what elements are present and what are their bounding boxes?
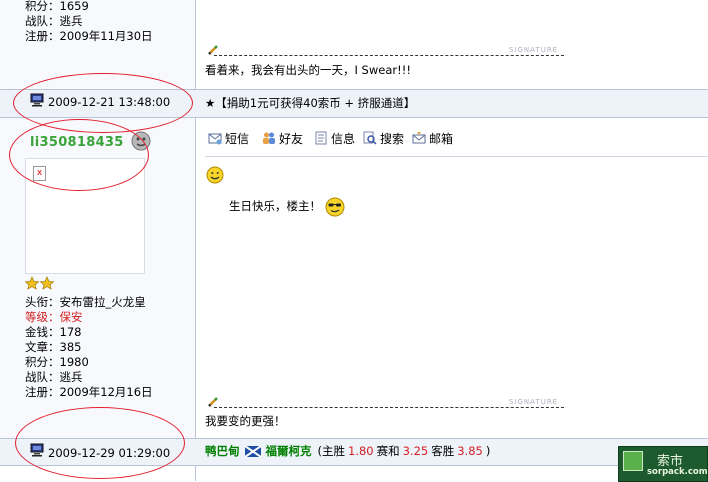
message-label: 短信	[225, 131, 250, 146]
odds-open: (主胜	[317, 444, 346, 458]
mailbox-button[interactable]: 邮箱	[412, 130, 453, 146]
draw-odds: 3.25	[402, 444, 429, 458]
watermark-site: sorpack.com	[647, 467, 708, 477]
site-watermark: 索市 sorpack.com	[618, 446, 708, 482]
user2-points: 积分：1980	[25, 355, 89, 369]
watermark-logo-icon	[623, 451, 643, 471]
post2-signature: 我要变的更强！	[205, 414, 286, 428]
user1-info: 积分：1659 战队：逃兵 注册：2009年11月30日	[25, 0, 153, 44]
user1-reg: 注册：2009年11月30日	[25, 29, 153, 43]
annotation-oval	[9, 119, 149, 191]
signature-tag: SIGNATURE	[509, 46, 559, 54]
user1-team: 战队：逃兵	[25, 14, 83, 28]
column-divider	[195, 0, 196, 481]
search-button[interactable]: 搜索	[363, 130, 404, 146]
away-win-odds: 3.85	[457, 444, 483, 458]
post1-signature: 看着来，我会有出头的一天，I Swear!!!	[205, 63, 411, 77]
user2-team: 战队：逃兵	[25, 370, 83, 384]
friend-label: 好友	[279, 131, 304, 146]
smile-emoticon-icon	[206, 166, 224, 184]
info-label: 信息	[331, 131, 356, 146]
user2-info: 头衔：安布雷拉_火龙皇 等级：保安 金钱：178 文章：385 积分：1980 …	[25, 295, 153, 400]
annotation-oval	[15, 407, 185, 479]
signature-divider	[214, 407, 564, 408]
user2-reg: 注册：2009年12月16日	[25, 385, 153, 399]
user2-level: 等级：保安	[25, 310, 83, 324]
draw-label: 赛和	[376, 444, 400, 458]
cool-emoticon-icon	[325, 197, 345, 217]
user2-rank: 头衔：安布雷拉_火龙皇	[25, 295, 146, 309]
odds-close: )	[485, 444, 491, 458]
announcement-link[interactable]: ★【捐助1元可获得40索币 + 挤服通道】	[205, 95, 415, 111]
info-button[interactable]: 信息	[314, 130, 355, 146]
away-team: 福爾柯克	[265, 444, 312, 458]
friends-icon	[263, 132, 275, 144]
info-icon	[315, 131, 327, 145]
toolbar-divider	[205, 156, 708, 157]
match-odds[interactable]: 鸭巴甸 福爾柯克 (主胜 1.80 赛和 3.25 客胜 3.85 )	[205, 443, 490, 459]
mailbox-label: 邮箱	[429, 131, 454, 146]
user2-money: 金钱：178	[25, 325, 82, 339]
mail-icon	[412, 132, 426, 144]
signature-divider	[214, 55, 564, 56]
user2-articles: 文章：385	[25, 340, 82, 354]
search-label: 搜索	[380, 131, 405, 146]
search-icon	[363, 131, 377, 145]
scotland-flag-icon	[244, 445, 261, 457]
post2-body: 生日快乐，楼主！	[229, 199, 321, 213]
signature-tag: SIGNATURE	[509, 398, 559, 406]
user1-points: 积分：1659	[25, 0, 89, 13]
away-label: 客胜	[431, 444, 455, 458]
pencil-icon	[208, 45, 218, 55]
rank-stars-icon	[25, 276, 55, 290]
pencil-icon	[208, 397, 218, 407]
home-team: 鸭巴甸	[205, 444, 240, 458]
message-icon	[208, 133, 222, 145]
message-button[interactable]: 短信	[208, 130, 249, 146]
home-win-odds: 1.80	[348, 444, 374, 458]
friend-button[interactable]: 好友	[262, 130, 303, 146]
